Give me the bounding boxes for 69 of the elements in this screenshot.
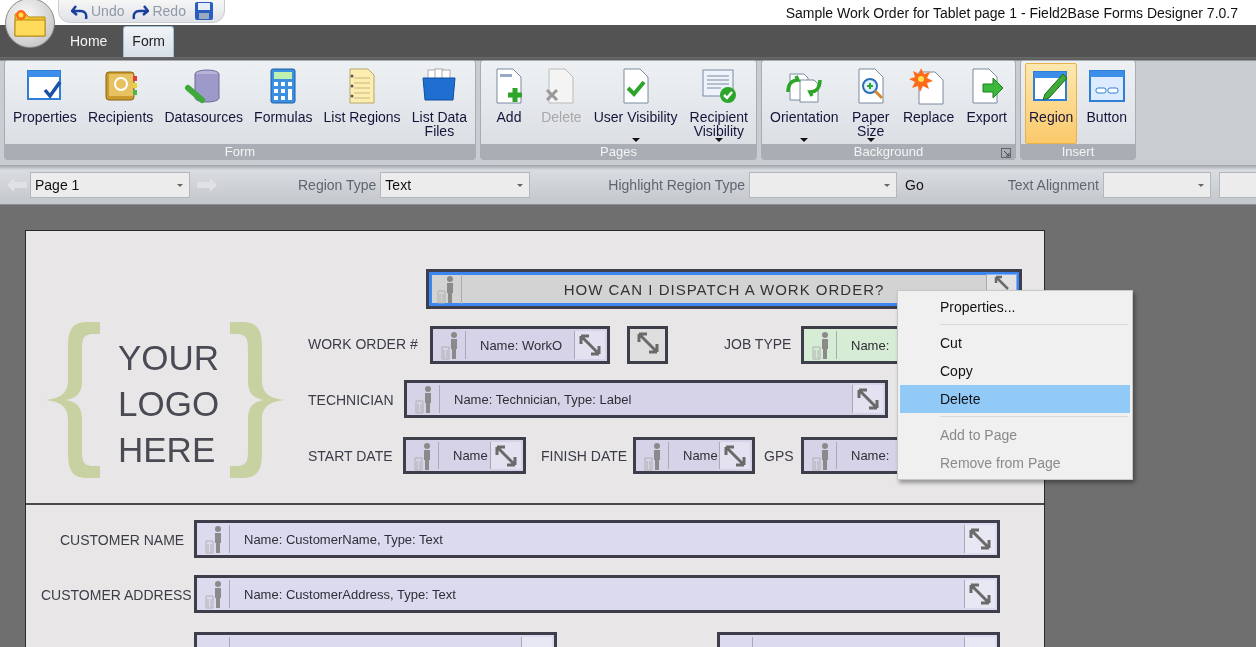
- group-label: Pages: [600, 144, 637, 159]
- region-text: Name: CustomerName, Type: Text: [244, 531, 443, 547]
- field-label: JOB TYPE: [724, 335, 792, 353]
- region-text: Name: [453, 448, 488, 463]
- group-label: Insert: [1061, 144, 1095, 159]
- ribbon-button[interactable]: Datasources: [160, 63, 247, 144]
- ribbon-button[interactable]: Orientation: [766, 63, 843, 144]
- ribbon-button[interactable]: Recipient Visibility: [685, 63, 752, 144]
- region-text: Name:: [851, 337, 890, 353]
- field-label: GPS: [764, 447, 794, 465]
- folder-star-icon: [13, 8, 47, 38]
- group-label: Background: [853, 144, 924, 159]
- region-text: HOW CAN I DISPATCH A WORK ORDER?: [563, 280, 885, 298]
- form-region[interactable]: Name: Technician, Type: Label: [404, 380, 888, 418]
- dialog-launcher-icon[interactable]: [1001, 148, 1011, 158]
- ribbon-button[interactable]: Region: [1025, 63, 1078, 144]
- ribbon-button[interactable]: Add: [485, 63, 533, 144]
- dropdown-field[interactable]: Page 1: [30, 171, 190, 198]
- ribbon-button[interactable]: Recipients: [83, 63, 158, 144]
- resize-arrow-icon: [967, 581, 993, 607]
- region-text: Name: CustomerAddress, Type: Text: [244, 586, 456, 602]
- ribbon-button[interactable]: User Visibility: [589, 63, 682, 144]
- field-label: START DATE: [308, 447, 393, 465]
- resize-arrow-icon: [855, 386, 881, 412]
- save-icon[interactable]: [193, 1, 214, 21]
- form-region[interactable]: Name: WorkO: [430, 326, 610, 364]
- menu-item[interactable]: Cut: [900, 329, 1130, 357]
- ribbon-button[interactable]: Export: [962, 63, 1011, 144]
- ribbon-tab[interactable]: Home: [62, 27, 116, 57]
- field-label: Highlight Region Type: [608, 176, 746, 193]
- form-region[interactable]: Name: CustomerAddress, Type: Text: [194, 575, 1000, 613]
- form-region[interactable]: Name: [403, 437, 526, 474]
- app-menu-button[interactable]: [5, 0, 55, 48]
- ribbon-button[interactable]: Paper Size: [846, 63, 895, 144]
- window-title: Sample Work Order for Tablet page 1 - Field2Base Forms Designer 7.0.7: [785, 4, 1238, 21]
- menu-item[interactable]: Delete: [900, 385, 1130, 413]
- resize-arrow-icon: [994, 275, 1010, 291]
- region-text: Name: [683, 448, 718, 463]
- ribbon-button[interactable]: Formulas: [250, 63, 317, 144]
- form-region[interactable]: Name: CustomerName, Type: Text: [194, 520, 1000, 558]
- form-region[interactable]: Name: [633, 437, 755, 474]
- group-label: Form: [224, 144, 256, 159]
- ribbon-button[interactable]: List Regions: [319, 63, 405, 144]
- resize-arrow-icon: [967, 526, 993, 552]
- ribbon-button[interactable]: Button: [1082, 63, 1131, 144]
- dropdown-field[interactable]: [749, 171, 898, 198]
- region-text: Name: WorkO: [480, 337, 563, 353]
- ribbon-button[interactable]: List Data Files: [407, 63, 471, 144]
- field-label: CUSTOMER NAME: [60, 531, 185, 549]
- field-label: CUSTOMER ADDRESS: [41, 586, 192, 604]
- field-label: TECHNICIAN: [308, 391, 394, 409]
- field-label: Region Type: [298, 176, 377, 193]
- menu-item[interactable]: Copy: [900, 357, 1130, 385]
- logo-text: YOUR LOGO HERE: [118, 337, 221, 471]
- form-region[interactable]: Name:: [801, 326, 897, 364]
- resize-arrow-icon: [577, 332, 603, 358]
- field-label: WORK ORDER #: [308, 335, 418, 353]
- form-region[interactable]: Name:: [801, 437, 897, 474]
- ribbon-button[interactable]: Properties: [9, 63, 81, 144]
- dropdown-field[interactable]: [1102, 171, 1211, 198]
- dropdown-field[interactable]: Text: [380, 171, 531, 198]
- ribbon-button[interactable]: Replace: [898, 63, 959, 144]
- field-label: FINISH DATE: [541, 447, 628, 465]
- ribbon-tab[interactable]: Form: [123, 26, 175, 57]
- go-button[interactable]: Go: [901, 173, 928, 196]
- resize-handle[interactable]: [627, 326, 668, 364]
- region-text: Name:: [851, 448, 890, 463]
- region-text: Name: Technician, Type: Label: [454, 391, 632, 407]
- field-label: Text Alignment: [1007, 176, 1099, 193]
